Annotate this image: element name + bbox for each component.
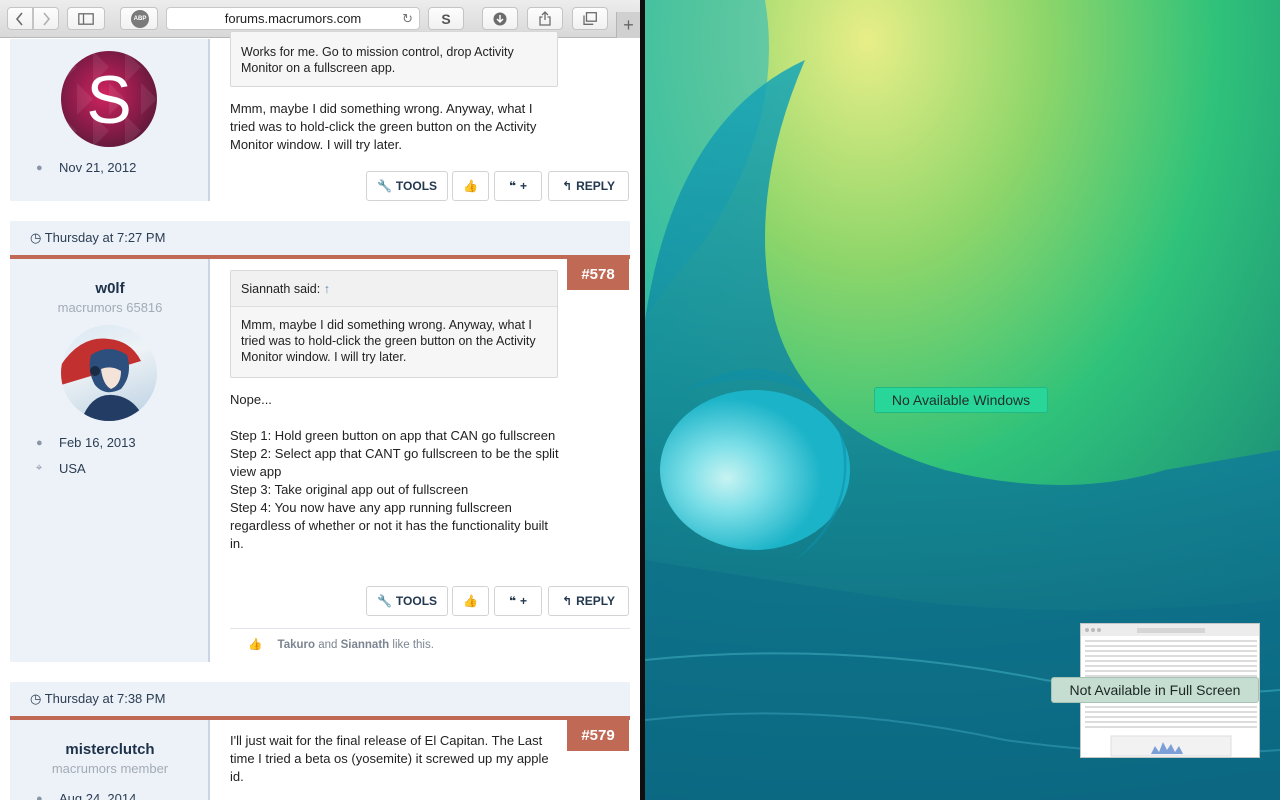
body-line: Step 4: You now have any app running ful… bbox=[230, 500, 548, 551]
thumbs-up-icon: 👍 bbox=[248, 639, 263, 651]
clock-icon: ◷ bbox=[30, 691, 42, 706]
quote-source-link[interactable]: ↑ bbox=[324, 282, 330, 296]
downloads-button[interactable] bbox=[482, 7, 518, 30]
body-line bbox=[230, 409, 560, 427]
wrench-icon: 🔧 bbox=[376, 594, 392, 608]
user-title: macrumors member bbox=[51, 761, 169, 776]
thumbs-up-icon: 👍 bbox=[463, 594, 478, 608]
clock-icon: ◷ bbox=[30, 230, 42, 245]
sidebar-button[interactable] bbox=[67, 7, 105, 30]
tabs-button[interactable] bbox=[572, 7, 608, 30]
url-text: forums.macrumors.com bbox=[224, 11, 362, 26]
reload-icon[interactable]: ↻ bbox=[402, 11, 413, 27]
new-tab-button[interactable]: + bbox=[616, 12, 640, 38]
likes-summary: 👍 Takuro and Siannath like this. bbox=[248, 639, 434, 651]
map-pin-icon: ⌖ bbox=[36, 462, 43, 474]
post-date-bar: ◷ Thursday at 7:27 PM bbox=[10, 221, 630, 255]
adblock-icon: ABP bbox=[131, 10, 149, 28]
user-icon: ● bbox=[36, 161, 43, 174]
tools-button[interactable]: 🔧 TOOLS bbox=[366, 171, 448, 201]
forward-icon bbox=[43, 11, 51, 26]
not-available-full-screen-label: Not Available in Full Screen bbox=[1051, 677, 1259, 703]
share-button[interactable] bbox=[527, 7, 563, 30]
reply-icon: ↰ bbox=[562, 179, 573, 193]
liker-link[interactable]: Takuro bbox=[278, 639, 316, 651]
post-body-579: I'll just wait for the final release of … bbox=[230, 733, 549, 784]
no-available-windows-label: No Available Windows bbox=[874, 387, 1048, 413]
avatar[interactable] bbox=[61, 325, 157, 421]
user-icon: ● bbox=[36, 436, 43, 449]
wrench-icon: 🔧 bbox=[376, 179, 392, 193]
joined-date-prev: ● Nov 21, 2012 bbox=[36, 160, 137, 175]
tabs-icon bbox=[583, 12, 597, 25]
username[interactable]: misterclutch bbox=[10, 741, 210, 758]
like-button[interactable]: 👍 bbox=[452, 171, 489, 201]
user-title: macrumors 65816 bbox=[57, 300, 163, 315]
quote-header: Siannath said: ↑ bbox=[231, 271, 557, 307]
post-date-bar: ◷ Thursday at 7:38 PM bbox=[10, 682, 630, 716]
body-line: Nope... bbox=[230, 392, 272, 407]
share-icon bbox=[539, 11, 551, 26]
username[interactable]: w0lf bbox=[10, 280, 210, 297]
avatar-letter: S bbox=[86, 62, 132, 138]
avatar[interactable]: S bbox=[61, 51, 157, 147]
split-view-right-pane: No Available Windows Not Available in Fu… bbox=[645, 0, 1280, 800]
safari-window: ABP forums.macrumors.com ↻ S + S ● Nov 2… bbox=[0, 0, 640, 800]
quote-icon: ❝ bbox=[508, 594, 517, 608]
back-button[interactable] bbox=[7, 7, 33, 30]
liker-link[interactable]: Siannath bbox=[341, 639, 390, 651]
like-button[interactable]: 👍 bbox=[452, 586, 489, 616]
quote-block-prev: Works for me. Go to mission control, dro… bbox=[230, 31, 558, 87]
post-number[interactable]: #579 bbox=[567, 719, 629, 751]
joined-date-578: ● Feb 16, 2013 bbox=[36, 435, 136, 450]
body-line: Step 1: Hold green button on app that CA… bbox=[230, 428, 556, 443]
post-number[interactable]: #578 bbox=[567, 258, 629, 290]
post-body-578: Nope... Step 1: Hold green button on app… bbox=[230, 391, 560, 553]
location-578: ⌖ USA bbox=[36, 461, 86, 476]
s-extension-button[interactable]: S bbox=[428, 7, 464, 30]
quote-text: Works for me. Go to mission control, dro… bbox=[241, 45, 514, 75]
back-icon bbox=[15, 11, 23, 26]
address-bar[interactable]: forums.macrumors.com ↻ bbox=[166, 7, 420, 30]
thumbs-up-icon: 👍 bbox=[463, 179, 478, 193]
forum-thread: S ● Nov 21, 2012 Works for me. Go to mis… bbox=[0, 31, 640, 800]
tools-button[interactable]: 🔧 TOOLS bbox=[366, 586, 448, 616]
likes-divider bbox=[230, 628, 630, 629]
user-column-579 bbox=[10, 720, 210, 800]
adblock-button[interactable]: ABP bbox=[120, 7, 158, 30]
multi-quote-button[interactable]: ❝ + bbox=[494, 586, 542, 616]
avatar-illustration bbox=[61, 338, 145, 421]
quote-block-578: Siannath said: ↑ Mmm, maybe I did someth… bbox=[230, 270, 558, 378]
post-body-prev: Mmm, maybe I did something wrong. Anyway… bbox=[230, 101, 537, 152]
user-icon: ● bbox=[36, 792, 43, 800]
reply-button[interactable]: ↰ REPLY bbox=[548, 586, 629, 616]
quote-icon: ❝ bbox=[508, 179, 517, 193]
body-line: Step 3: Take original app out of fullscr… bbox=[230, 482, 469, 497]
forward-button[interactable] bbox=[33, 7, 59, 30]
joined-date-579: ● Aug 24, 2014 bbox=[36, 791, 136, 800]
multi-quote-button[interactable]: ❝ + bbox=[494, 171, 542, 201]
sidebar-icon bbox=[78, 12, 94, 25]
reply-button[interactable]: ↰ REPLY bbox=[548, 171, 629, 201]
reply-icon: ↰ bbox=[562, 594, 573, 608]
download-icon bbox=[493, 12, 507, 25]
quote-text: Mmm, maybe I did something wrong. Anyway… bbox=[241, 318, 536, 364]
body-line: Step 2: Select app that CANT go fullscre… bbox=[230, 446, 559, 479]
